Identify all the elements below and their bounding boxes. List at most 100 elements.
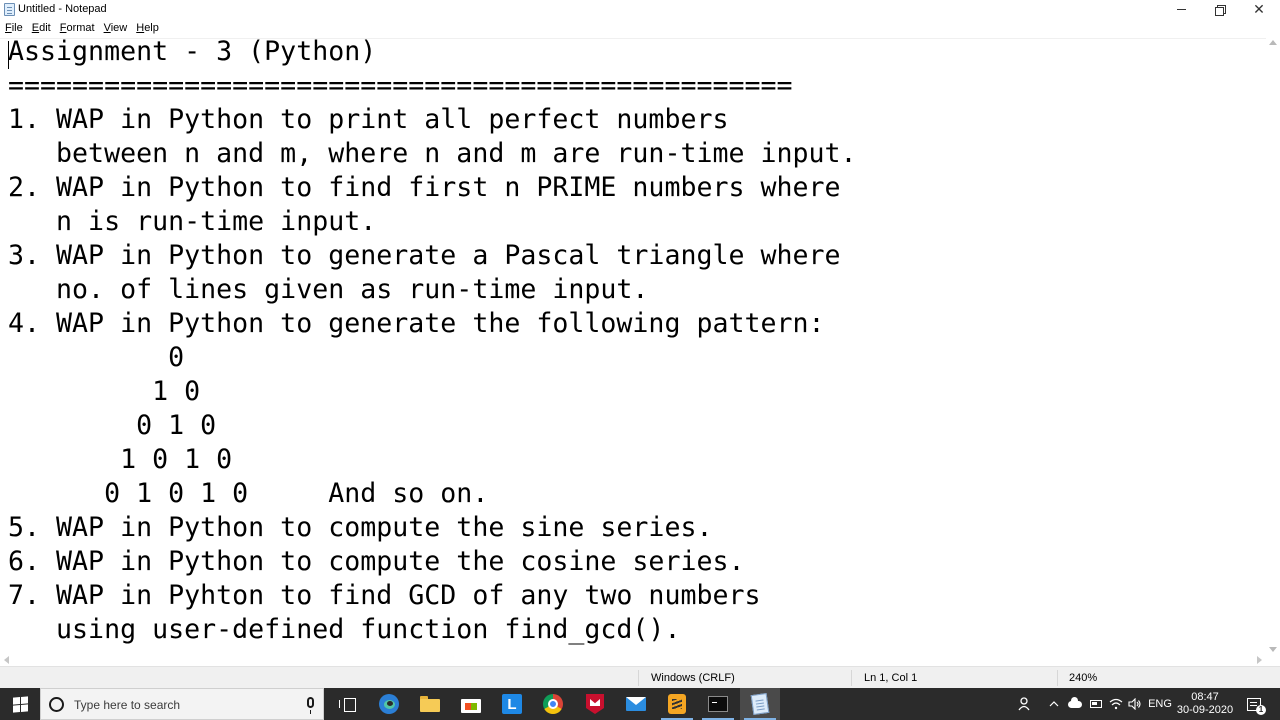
battery-button[interactable] <box>1086 688 1106 720</box>
editor-line: 6. WAP in Python to compute the cosine s… <box>8 546 745 577</box>
editor-line: 0 1 0 1 0 And so on. <box>8 478 489 509</box>
network-button[interactable] <box>1106 688 1126 720</box>
taskbar-app-store[interactable] <box>451 688 491 720</box>
taskbar-app-terminal[interactable] <box>698 688 738 720</box>
mail-icon <box>626 697 646 711</box>
menu-edit-label: dit <box>39 22 51 34</box>
show-hidden-icons-button[interactable] <box>1044 688 1064 720</box>
editor-line: 0 1 0 <box>8 410 217 441</box>
taskbar-app-notepad[interactable] <box>740 688 780 720</box>
l-app-icon: L <box>502 694 522 714</box>
editor-line: 1 0 1 0 <box>8 444 233 475</box>
scroll-left-arrow-icon[interactable] <box>4 656 9 664</box>
battery-icon <box>1090 700 1102 708</box>
text-caret <box>8 41 9 69</box>
editor-line: Assignment - 3 (Python) <box>8 38 377 67</box>
menu-edit-mnemonic: E <box>31 22 40 34</box>
close-icon: ✕ <box>1253 1 1265 18</box>
cortana-circle-icon <box>49 697 64 712</box>
menu-edit[interactable]: Edit <box>32 21 51 35</box>
zoom-level-status: 240% <box>1069 672 1098 684</box>
scroll-up-arrow-icon[interactable] <box>1269 40 1277 45</box>
clock-button[interactable]: 08:47 30-09-2020 <box>1174 688 1236 720</box>
menu-format-label: ormat <box>66 22 95 34</box>
minimize-icon <box>1176 9 1186 10</box>
editor-line: 5. WAP in Python to compute the sine ser… <box>8 512 713 543</box>
notification-count-badge: 1 <box>1256 705 1266 715</box>
people-button[interactable] <box>1014 688 1036 720</box>
menu-file-mnemonic: F <box>5 22 12 34</box>
taskbar-app-l[interactable]: L <box>492 688 532 720</box>
taskbar-app-mail[interactable] <box>616 688 656 720</box>
microphone-icon[interactable] <box>307 697 314 714</box>
window-title: Untitled - Notepad <box>18 3 107 15</box>
mcafee-icon <box>586 694 604 714</box>
file-explorer-icon <box>420 696 440 712</box>
windows-logo-icon <box>12 695 28 713</box>
menu-file[interactable]: File <box>5 21 23 35</box>
title-bar: Untitled - Notepad ✕ <box>0 0 1280 19</box>
vertical-scrollbar[interactable] <box>1266 38 1280 654</box>
wifi-icon <box>1109 698 1123 710</box>
editor-line: 4. WAP in Python to generate the followi… <box>8 308 825 339</box>
editor-line: 2. WAP in Python to find first n PRIME n… <box>8 172 841 203</box>
taskbar-app-edge[interactable] <box>369 688 409 720</box>
onedrive-cloud-icon <box>1068 696 1082 708</box>
clock-date: 30-09-2020 <box>1176 704 1234 716</box>
action-center-button[interactable]: 1 <box>1240 688 1268 720</box>
volume-button[interactable] <box>1125 688 1145 720</box>
taskbar-app-file-explorer[interactable] <box>410 688 450 720</box>
line-ending-status: Windows (CRLF) <box>651 672 735 684</box>
taskbar-app-chrome[interactable] <box>533 688 573 720</box>
menu-format[interactable]: Format <box>60 21 95 35</box>
menu-view-mnemonic: V <box>103 22 111 34</box>
editor-line: 1. WAP in Python to print all perfect nu… <box>8 104 729 135</box>
edge-icon <box>379 694 399 714</box>
editor-line: ========================================… <box>8 70 793 101</box>
minimize-button[interactable] <box>1162 0 1200 19</box>
maximize-button[interactable] <box>1200 0 1238 19</box>
input-language-button[interactable]: ENG <box>1146 688 1174 720</box>
chevron-up-icon <box>1049 701 1059 707</box>
store-icon <box>461 695 481 713</box>
text-editor-area[interactable]: Assignment - 3 (Python) =================… <box>0 38 1266 654</box>
status-divider <box>1057 670 1058 686</box>
status-divider <box>851 670 852 686</box>
menu-view[interactable]: View <box>104 21 128 35</box>
editor-line: using user-defined function find_gcd(). <box>8 614 681 645</box>
editor-line: no. of lines given as run-time input. <box>8 274 649 305</box>
start-button[interactable] <box>0 688 40 720</box>
editor-line: 0 <box>8 342 185 373</box>
editor-line: 1 0 <box>8 376 201 407</box>
editor-line: n is run-time input. <box>8 206 377 237</box>
menu-view-label: iew <box>110 22 128 34</box>
menu-help[interactable]: Help <box>136 21 159 35</box>
onedrive-button[interactable] <box>1064 688 1086 720</box>
status-divider <box>638 670 639 686</box>
speaker-icon <box>1128 698 1141 710</box>
chrome-icon <box>543 694 563 714</box>
task-view-icon <box>339 697 356 712</box>
notepad-app-icon <box>4 3 15 16</box>
editor-line: 7. WAP in Pyhton to find GCD of any two … <box>8 580 761 611</box>
terminal-icon <box>708 696 728 712</box>
editor-line: between n and m, where n and m are run-t… <box>8 138 857 169</box>
people-icon <box>1018 697 1030 711</box>
taskbar-app-mcafee[interactable] <box>575 688 615 720</box>
status-bar: Windows (CRLF) Ln 1, Col 1 240% <box>0 666 1280 688</box>
taskbar-search-box[interactable]: Type here to search <box>40 688 324 720</box>
cursor-position-status: Ln 1, Col 1 <box>864 672 918 684</box>
taskbar: Type here to search L ENG 08:47 30-09-20… <box>0 688 1280 720</box>
task-view-button[interactable] <box>327 688 367 720</box>
horizontal-scrollbar[interactable] <box>0 654 1266 666</box>
menu-bar: File Edit Format View Help <box>0 19 1280 37</box>
scroll-down-arrow-icon[interactable] <box>1269 647 1277 652</box>
editor-text[interactable]: Assignment - 3 (Python) =================… <box>8 38 857 647</box>
sublime-text-icon <box>668 694 686 714</box>
menu-file-label: ile <box>11 22 23 34</box>
clock-time: 08:47 <box>1191 691 1219 703</box>
close-button[interactable]: ✕ <box>1240 0 1278 19</box>
taskbar-app-sublime[interactable] <box>657 688 697 720</box>
restore-icon <box>1214 5 1226 16</box>
scroll-right-arrow-icon[interactable] <box>1257 656 1262 664</box>
